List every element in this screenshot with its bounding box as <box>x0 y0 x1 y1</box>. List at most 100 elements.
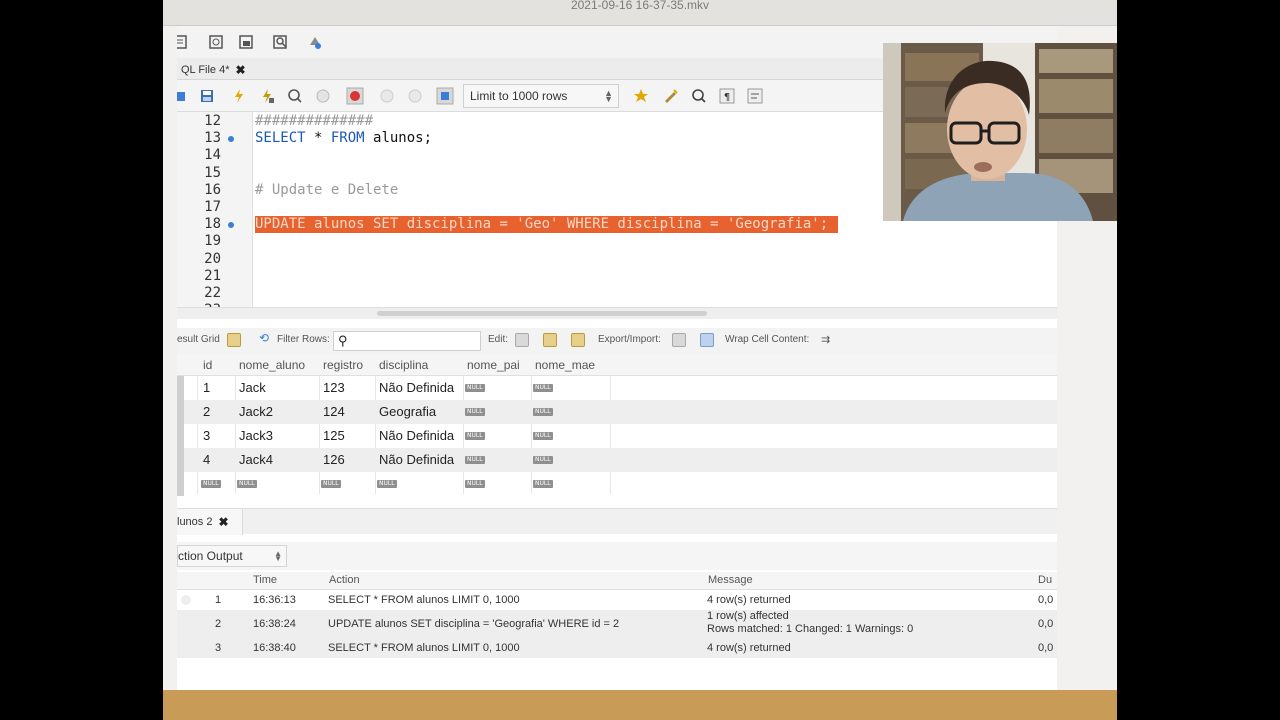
table-cell[interactable]: 126 <box>323 452 345 467</box>
add-snippet-icon[interactable] <box>631 86 651 106</box>
code-line-13[interactable]: SELECT * FROM alunos; <box>255 130 432 147</box>
column-message[interactable]: Message <box>708 574 753 586</box>
table-row[interactable]: 2 Jack2 124 Geografia NULL NULL <box>177 400 1057 424</box>
null-cell[interactable]: NULL <box>533 480 553 488</box>
null-cell[interactable]: NULL <box>465 384 485 392</box>
table-row[interactable]: 4 Jack4 126 Não Definida NULL NULL <box>177 448 1057 472</box>
scrollbar-thumb[interactable] <box>377 311 707 316</box>
table-cell[interactable]: 2 <box>203 404 210 419</box>
limit-rows-select[interactable]: Limit to 1000 rows ▲ ▼ <box>463 84 619 108</box>
column-action[interactable]: Action <box>329 574 360 586</box>
table-cell[interactable]: Jack4 <box>239 452 273 467</box>
row-selector[interactable] <box>177 472 184 496</box>
execute-current-icon[interactable] <box>257 86 277 106</box>
inspect-icon[interactable] <box>271 32 291 52</box>
result-grid-label[interactable]: esult Grid <box>177 334 220 345</box>
autocommit-icon[interactable] <box>435 86 455 106</box>
rollback-icon[interactable] <box>405 86 425 106</box>
invisible-chars-icon[interactable]: ¶ <box>717 86 737 106</box>
stop-icon[interactable] <box>313 86 333 106</box>
word-wrap-icon[interactable] <box>745 86 765 106</box>
table-cell[interactable]: Não Definida <box>379 452 454 467</box>
delete-row-icon[interactable] <box>571 333 585 347</box>
close-icon[interactable]: ✖ <box>218 515 228 529</box>
result-grid: id nome_aluno registro disciplina nome_pai no… <box>177 354 1057 498</box>
output-row[interactable]: 3 16:38:40 SELECT * FROM alunos LIMIT 0, 1… <box>177 638 1057 658</box>
import-icon[interactable] <box>700 333 714 347</box>
null-cell[interactable]: NULL <box>465 432 485 440</box>
grid-header: id nome_aluno registro disciplina nome_pai no… <box>177 354 1057 376</box>
edit-row-icon[interactable] <box>515 333 529 347</box>
row-selector[interactable] <box>177 424 184 448</box>
table-row[interactable]: 1 Jack 123 Não Definida NULL NULL <box>177 376 1057 400</box>
execute-icon[interactable] <box>229 86 249 106</box>
null-cell[interactable]: NULL <box>533 384 553 392</box>
code-line-12[interactable]: ############## <box>255 113 373 130</box>
new-sql-tab-icon[interactable] <box>177 32 191 52</box>
output-type-select[interactable]: ction Output ▲ ▼ <box>177 545 287 567</box>
row-selector[interactable] <box>177 448 184 472</box>
table-cell[interactable]: 3 <box>203 428 210 443</box>
column-time[interactable]: Time <box>253 574 277 586</box>
column-header-disciplina[interactable]: disciplina <box>379 358 428 372</box>
column-header-id[interactable]: id <box>203 358 212 372</box>
column-duration[interactable]: Du <box>1038 574 1052 586</box>
table-cell[interactable]: 4 <box>203 452 210 467</box>
null-cell[interactable]: NULL <box>201 480 221 488</box>
table-cell[interactable]: Jack3 <box>239 428 273 443</box>
output-row[interactable]: 2 16:38:24 UPDATE alunos SET disciplina = … <box>177 610 1057 638</box>
line-number: 14 <box>204 147 221 164</box>
null-cell[interactable]: NULL <box>533 432 553 440</box>
commit-icon[interactable] <box>377 86 397 106</box>
output-row[interactable]: 1 16:36:13 SELECT * FROM alunos LIMIT 0, 1… <box>177 590 1057 610</box>
statement-marker-icon <box>228 222 234 229</box>
close-icon[interactable]: ✖ <box>236 63 246 77</box>
toggle-stop-on-error-icon[interactable] <box>345 86 365 106</box>
tab-result-alunos[interactable]: lunos 2 ✖ <box>177 509 243 535</box>
table-cell[interactable]: Jack <box>239 380 266 395</box>
code-line-18[interactable]: UPDATE alunos SET disciplina = 'Geo' WHE… <box>255 216 839 234</box>
beautify-icon[interactable] <box>661 86 681 106</box>
find-icon[interactable] <box>689 86 709 106</box>
null-cell[interactable]: NULL <box>533 408 553 416</box>
open-sql-script-icon[interactable] <box>207 32 227 52</box>
save-icon[interactable] <box>197 86 217 106</box>
table-row[interactable]: NULL NULL NULL NULL NULL NULL <box>177 472 1057 496</box>
column-header-nome_mae[interactable]: nome_mae <box>535 358 595 372</box>
open-file-icon[interactable] <box>177 86 191 106</box>
tab-sql-file[interactable]: QL File 4* ✖ <box>177 60 250 80</box>
wrap-cell-icon[interactable]: ⇉ <box>821 333 830 346</box>
table-cell[interactable]: 123 <box>323 380 345 395</box>
explain-icon[interactable] <box>285 86 305 106</box>
null-cell[interactable]: NULL <box>377 480 397 488</box>
add-row-icon[interactable] <box>543 333 557 347</box>
null-cell[interactable]: NULL <box>321 480 341 488</box>
table-cell[interactable]: Não Definida <box>379 428 454 443</box>
row-selector[interactable] <box>177 376 184 400</box>
table-cell[interactable]: 125 <box>323 428 345 443</box>
table-cell[interactable]: Não Definida <box>379 380 454 395</box>
grid-view-icon[interactable] <box>227 333 241 347</box>
table-cell[interactable]: 1 <box>203 380 210 395</box>
table-cell[interactable]: Geografia <box>379 404 436 419</box>
export-icon[interactable] <box>672 333 686 347</box>
filter-rows-input[interactable]: ⚲ <box>333 331 481 351</box>
null-cell[interactable]: NULL <box>533 456 553 464</box>
row-selector[interactable] <box>177 400 184 424</box>
reconnect-icon[interactable] <box>305 32 325 52</box>
editor-horizontal-scrollbar[interactable] <box>177 307 1057 319</box>
code-line-16[interactable]: # Update e Delete <box>255 182 398 199</box>
table-cell[interactable]: Jack2 <box>239 404 273 419</box>
filter-icon: ⟲ <box>259 331 270 345</box>
null-cell[interactable]: NULL <box>237 480 257 488</box>
desktop-taskbar-strip <box>163 690 1117 720</box>
column-header-nome_aluno[interactable]: nome_aluno <box>239 358 305 372</box>
null-cell[interactable]: NULL <box>465 456 485 464</box>
create-schema-icon[interactable] <box>237 32 257 52</box>
column-header-registro[interactable]: registro <box>323 358 363 372</box>
table-cell[interactable]: 124 <box>323 404 345 419</box>
null-cell[interactable]: NULL <box>465 408 485 416</box>
column-header-nome_pai[interactable]: nome_pai <box>467 358 520 372</box>
null-cell[interactable]: NULL <box>465 480 485 488</box>
table-row[interactable]: 3 Jack3 125 Não Definida NULL NULL <box>177 424 1057 448</box>
